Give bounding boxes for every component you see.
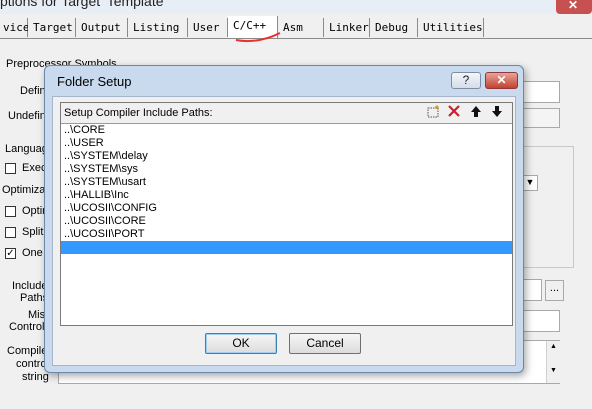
list-item[interactable]: ..\SYSTEM\usart <box>61 176 512 189</box>
undefine-label: Undefin <box>8 110 46 122</box>
string-label: string <box>22 371 49 383</box>
list-header: Setup Compiler Include Paths: <box>61 103 512 124</box>
language-label: Languag <box>5 143 48 155</box>
list-item[interactable]: ..\HALLIB\Inc <box>61 189 512 202</box>
new-folder-button[interactable] <box>424 105 441 120</box>
list-item[interactable]: ..\CORE <box>61 124 512 137</box>
list-item[interactable]: ..\SYSTEM\sys <box>61 163 512 176</box>
misc-controls-input[interactable] <box>522 310 560 332</box>
list-header-label: Setup Compiler Include Paths: <box>64 107 213 119</box>
list-item[interactable]: ..\USER <box>61 137 512 150</box>
list-item[interactable]: ..\UCOSII\PORT <box>61 228 512 241</box>
dialog-body: Setup Compiler Include Paths: ..\CORE ..… <box>52 96 516 366</box>
list-item-selected-empty[interactable] <box>61 241 512 254</box>
list-item[interactable]: ..\UCOSII\CORE <box>61 215 512 228</box>
new-folder-icon <box>427 105 439 118</box>
one-label: One <box>22 247 43 259</box>
execute-label: Exec <box>22 162 47 174</box>
dialog-title: Folder Setup <box>57 74 132 89</box>
compiler-string-scrollbar[interactable]: ▲ ▼ <box>546 341 560 383</box>
arrow-up-icon <box>470 106 481 117</box>
define-input[interactable] <box>522 81 560 103</box>
help-button[interactable]: ? <box>451 72 481 89</box>
folder-setup-dialog: Folder Setup ? ✕ Setup Compiler Include … <box>44 65 524 373</box>
split-checkbox[interactable] <box>5 227 16 238</box>
delete-button[interactable] <box>445 105 462 120</box>
delete-icon <box>447 105 460 117</box>
annotation-underline <box>235 32 281 43</box>
list-item[interactable]: ..\UCOSII\CONFIG <box>61 202 512 215</box>
split-label: Split <box>22 226 44 238</box>
include-label: Include <box>12 280 48 292</box>
execute-checkbox[interactable] <box>5 163 16 174</box>
list-item[interactable]: ..\SYSTEM\delay <box>61 150 512 163</box>
cancel-button[interactable]: Cancel <box>289 333 361 354</box>
include-paths-list: ..\CORE ..\USER ..\SYSTEM\delay ..\SYSTE… <box>61 124 512 254</box>
move-down-button[interactable] <box>488 105 505 120</box>
ok-button[interactable]: OK <box>205 333 277 354</box>
optimization-label: Optimiza <box>2 184 46 196</box>
one-checkbox[interactable]: ✓ <box>5 248 16 259</box>
optimize-checkbox[interactable] <box>5 206 16 217</box>
include-paths-list-frame: Setup Compiler Include Paths: ..\CORE ..… <box>60 102 513 326</box>
define-label: Defin <box>20 85 46 97</box>
include-paths-input[interactable] <box>522 279 542 301</box>
arrow-down-icon <box>491 106 502 117</box>
combo-dropdown-arrow[interactable]: ▼ <box>522 175 538 191</box>
right-groupbox <box>522 146 574 268</box>
include-browse-button[interactable]: ... <box>545 280 564 301</box>
control-label: contro <box>16 358 47 370</box>
dialog-close-button[interactable]: ✕ <box>485 72 518 89</box>
undefine-input[interactable] <box>522 108 560 128</box>
move-up-button[interactable] <box>467 105 484 120</box>
